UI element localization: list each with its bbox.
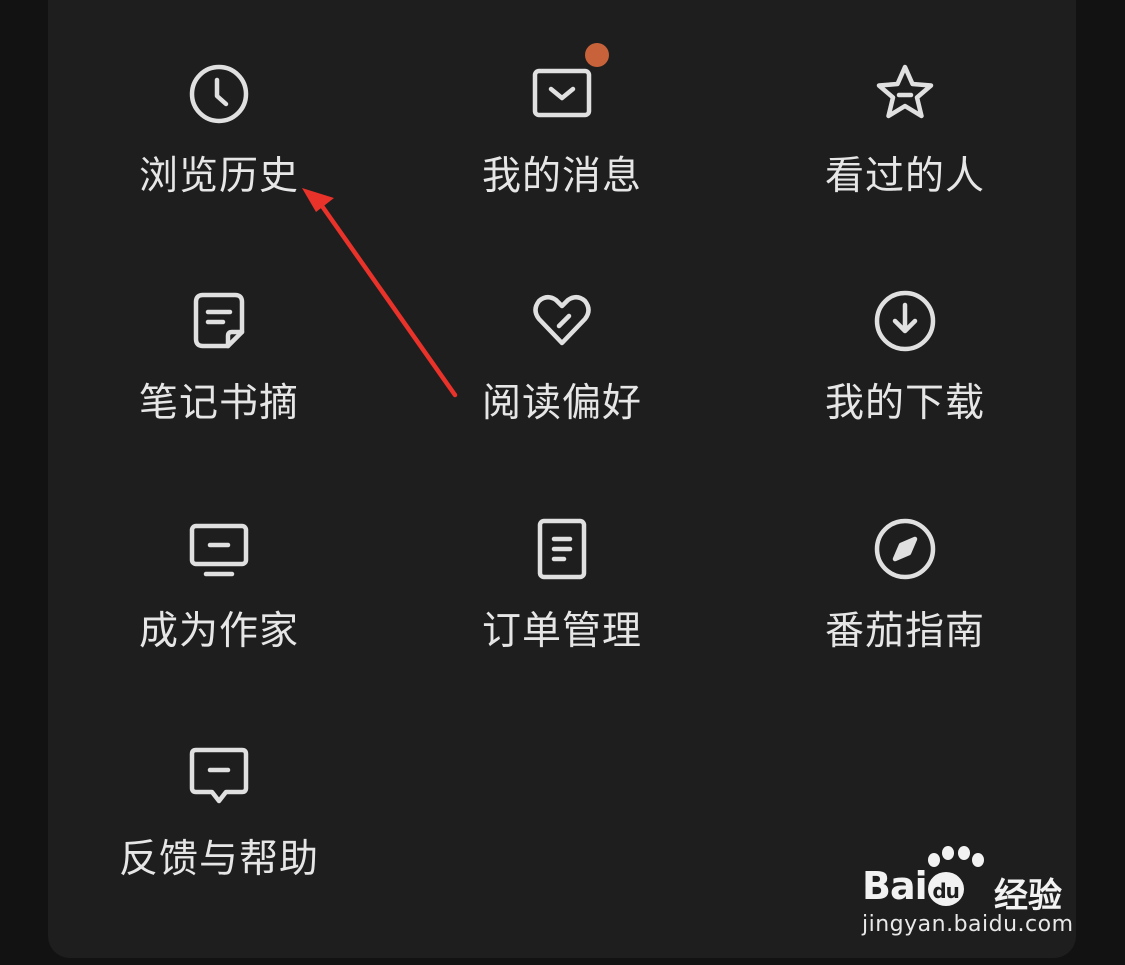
menu-item-label: 成为作家 [138, 609, 299, 654]
baidu-watermark: Bai du 经验 jingyan.baidu.com [862, 846, 1073, 942]
menu-item-label: 订单管理 [481, 609, 642, 654]
menu-item-label: 我的消息 [481, 154, 642, 199]
baidu-logo: Bai du [862, 864, 965, 908]
menu-item-tomato-guide[interactable]: 番茄指南 [755, 455, 1055, 654]
menu-item-label: 阅读偏好 [481, 381, 642, 426]
menu-item-my-downloads[interactable]: 我的下载 [755, 227, 1055, 426]
compass-icon [872, 516, 938, 582]
menu-item-notes[interactable]: 笔记书摘 [69, 227, 369, 426]
menu-item-viewed-people[interactable]: 看过的人 [755, 0, 1055, 199]
menu-grid: 浏览历史 我的消息 看过的人 笔记书摘 阅读偏好 我的下载 成为作家 订单管理 … [48, 0, 1076, 965]
menu-item-label: 浏览历史 [138, 154, 299, 199]
menu-item-browse-history[interactable]: 浏览历史 [69, 0, 369, 199]
menu-item-become-writer[interactable]: 成为作家 [69, 455, 369, 654]
menu-item-label: 反馈与帮助 [118, 837, 319, 882]
monitor-icon [186, 516, 252, 582]
notification-badge [585, 43, 609, 67]
download-icon [872, 288, 938, 354]
menu-item-my-messages[interactable]: 我的消息 [412, 0, 712, 199]
mail-icon [529, 43, 609, 127]
menu-item-label: 我的下载 [824, 381, 985, 426]
feedback-icon [186, 744, 252, 810]
menu-item-order-management[interactable]: 订单管理 [412, 455, 712, 654]
watermark-url: jingyan.baidu.com [862, 912, 1074, 937]
watermark-title: 经验 [994, 876, 1062, 916]
menu-item-label: 笔记书摘 [138, 381, 299, 426]
note-icon [186, 288, 252, 354]
menu-item-feedback-help[interactable]: 反馈与帮助 [69, 683, 369, 882]
menu-item-label: 看过的人 [824, 154, 985, 199]
star-icon [872, 61, 938, 127]
menu-item-label: 番茄指南 [824, 609, 985, 654]
menu-item-reading-preference[interactable]: 阅读偏好 [412, 227, 712, 426]
heart-icon [529, 288, 595, 354]
document-icon [529, 516, 595, 582]
clock-icon [186, 61, 252, 127]
